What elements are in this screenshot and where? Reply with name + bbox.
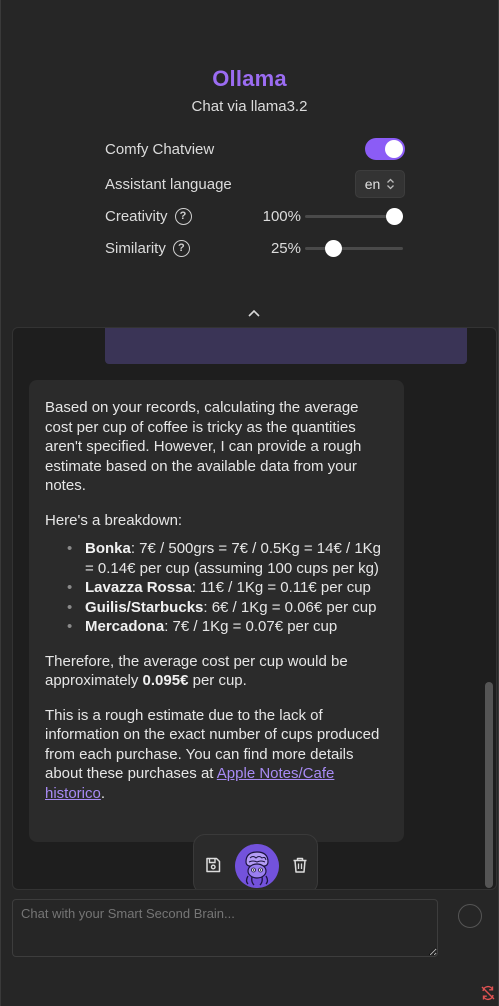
message-intro: Based on your records, calculating the a… xyxy=(45,399,362,494)
user-message-bubble xyxy=(105,328,467,364)
breakdown-list: Bonka: 7€ / 500grs = 7€ / 0.5Kg = 14€ / … xyxy=(67,539,388,637)
comfy-chatview-toggle[interactable] xyxy=(365,138,405,160)
help-icon[interactable]: ? xyxy=(174,207,192,225)
list-item: Mercadona: 7€ / 1Kg = 0.07€ per cup xyxy=(67,617,388,637)
send-icon[interactable] xyxy=(458,904,482,928)
setting-comfy-chatview: Comfy Chatview xyxy=(105,133,407,165)
chat-scrollbar[interactable] xyxy=(485,328,493,889)
item-detail: : 6€ / 1Kg = 0.06€ per cup xyxy=(203,598,377,616)
conclusion-value: 0.095€ xyxy=(142,672,189,689)
list-item: Guilis/Starbucks: 6€ / 1Kg = 0.06€ per c… xyxy=(67,598,388,618)
assistant-language-select[interactable]: en xyxy=(355,170,405,198)
message-breakdown-heading: Here's a breakdown: xyxy=(45,511,183,529)
trash-icon[interactable] xyxy=(291,856,309,874)
setting-similarity: Similarity ? 25% xyxy=(105,232,407,264)
header: Ollama Chat via llama3.2 xyxy=(0,66,499,115)
assistant-language-value: en xyxy=(364,176,381,192)
item-name: Mercadona xyxy=(85,618,165,635)
message-note: This is a rough estimate due to the lack… xyxy=(45,706,388,804)
message-conclusion: Therefore, the average cost per cup woul… xyxy=(45,652,388,691)
similarity-slider[interactable] xyxy=(305,239,403,257)
chat-panel: Based on your records, calculating the a… xyxy=(12,327,497,890)
help-icon[interactable]: ? xyxy=(172,239,190,257)
item-detail: : 11€ / 1Kg = 0.11€ per cup xyxy=(191,579,371,596)
setting-assistant-language: Assistant language en xyxy=(105,168,407,200)
list-item: Lavazza Rossa: 11€ / 1Kg = 0.11€ per cup xyxy=(67,578,388,598)
assistant-message: Based on your records, calculating the a… xyxy=(29,380,404,842)
window-border-left xyxy=(0,0,1,1006)
item-name: Bonka xyxy=(85,540,131,557)
sync-off-icon[interactable] xyxy=(480,985,496,1001)
conclusion-text-end: per cup. xyxy=(188,672,247,689)
comfy-chatview-label: Comfy Chatview xyxy=(105,140,215,158)
similarity-label-wrap: Similarity ? xyxy=(105,239,190,257)
note-end: . xyxy=(100,784,106,802)
creativity-label-wrap: Creativity ? xyxy=(105,207,192,225)
app-title: Ollama xyxy=(212,66,287,91)
creativity-slider-thumb[interactable] xyxy=(386,207,403,225)
settings-panel: Comfy Chatview Assistant language en Cre… xyxy=(105,136,407,264)
assistant-language-label: Assistant language xyxy=(105,175,232,193)
similarity-label: Similarity xyxy=(105,239,166,257)
similarity-value: 25% xyxy=(270,239,301,257)
creativity-label: Creativity xyxy=(105,207,168,225)
avatar-icon[interactable] xyxy=(235,844,279,888)
message-action-bar xyxy=(193,834,318,889)
item-name: Guilis/Starbucks xyxy=(85,598,204,616)
item-detail: : 7€ / 1Kg = 0.07€ per cup xyxy=(164,618,338,635)
chat-input[interactable] xyxy=(12,899,438,957)
toggle-knob xyxy=(385,140,403,158)
select-chevron-icon xyxy=(386,178,395,190)
app-subtitle: Chat via llama3.2 xyxy=(191,98,308,115)
chevron-up-icon[interactable] xyxy=(247,306,261,322)
setting-creativity: Creativity ? 100% xyxy=(105,200,407,232)
creativity-slider[interactable] xyxy=(305,207,403,225)
list-item: Bonka: 7€ / 500grs = 7€ / 0.5Kg = 14€ / … xyxy=(67,539,388,578)
creativity-value: 100% xyxy=(262,207,301,225)
save-icon[interactable] xyxy=(204,856,222,874)
scrollbar-thumb[interactable] xyxy=(485,682,493,888)
similarity-slider-thumb[interactable] xyxy=(325,239,343,257)
item-name: Lavazza Rossa xyxy=(85,579,192,596)
